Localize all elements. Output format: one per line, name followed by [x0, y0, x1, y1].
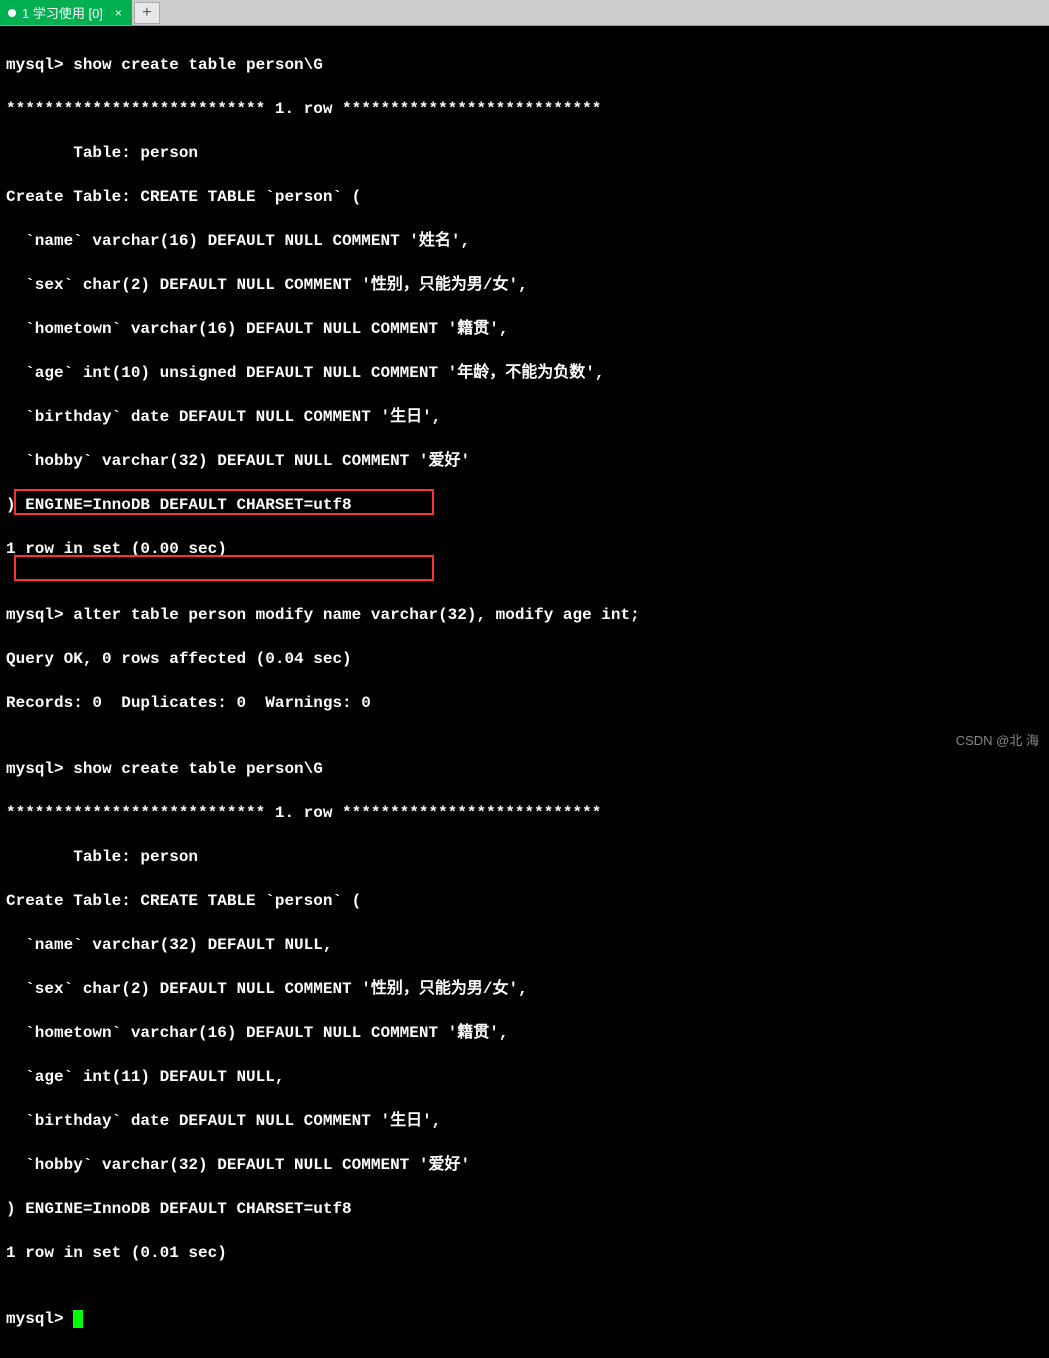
terminal-line: `age` int(11) DEFAULT NULL,	[6, 1066, 1043, 1088]
terminal-line: `hobby` varchar(32) DEFAULT NULL COMMENT…	[6, 450, 1043, 472]
terminal-line: Create Table: CREATE TABLE `person` (	[6, 186, 1043, 208]
terminal-line: `sex` char(2) DEFAULT NULL COMMENT '性别，只…	[6, 274, 1043, 296]
terminal-line: `age` int(10) unsigned DEFAULT NULL COMM…	[6, 362, 1043, 384]
terminal-line: mysql> alter table person modify name va…	[6, 604, 1043, 626]
tab-status-dot	[8, 9, 16, 17]
terminal-line: Table: person	[6, 142, 1043, 164]
plus-icon: +	[142, 4, 151, 22]
terminal-line: `sex` char(2) DEFAULT NULL COMMENT '性别，只…	[6, 978, 1043, 1000]
terminal-line: `birthday` date DEFAULT NULL COMMENT '生日…	[6, 406, 1043, 428]
terminal-line: *************************** 1. row *****…	[6, 802, 1043, 824]
terminal-line: Table: person	[6, 846, 1043, 868]
prompt-text: mysql>	[6, 1310, 73, 1328]
terminal-line: 1 row in set (0.01 sec)	[6, 1242, 1043, 1264]
terminal-line: ) ENGINE=InnoDB DEFAULT CHARSET=utf8	[6, 494, 1043, 516]
close-icon[interactable]: ×	[115, 6, 122, 20]
watermark-text: CSDN @北 海	[956, 730, 1039, 749]
terminal-line: `hometown` varchar(16) DEFAULT NULL COMM…	[6, 318, 1043, 340]
terminal-line: Create Table: CREATE TABLE `person` (	[6, 890, 1043, 912]
terminal-line: ) ENGINE=InnoDB DEFAULT CHARSET=utf8	[6, 1198, 1043, 1220]
terminal-line: `name` varchar(16) DEFAULT NULL COMMENT …	[6, 230, 1043, 252]
terminal-prompt-line: mysql>	[6, 1308, 1043, 1330]
add-tab-button[interactable]: +	[134, 2, 160, 24]
terminal-line: `birthday` date DEFAULT NULL COMMENT '生日…	[6, 1110, 1043, 1132]
terminal-line: 1 row in set (0.00 sec)	[6, 538, 1043, 560]
terminal-line: `name` varchar(32) DEFAULT NULL,	[6, 934, 1043, 956]
terminal-output[interactable]: mysql> show create table person\G ******…	[0, 26, 1049, 1358]
terminal-line: `hobby` varchar(32) DEFAULT NULL COMMENT…	[6, 1154, 1043, 1176]
terminal-line: `hometown` varchar(16) DEFAULT NULL COMM…	[6, 1022, 1043, 1044]
terminal-line: *************************** 1. row *****…	[6, 98, 1043, 120]
tab-active[interactable]: 1 学习使用 [0] ×	[0, 0, 132, 25]
terminal-line: Records: 0 Duplicates: 0 Warnings: 0	[6, 692, 1043, 714]
cursor-block	[73, 1310, 83, 1328]
terminal-line: Query OK, 0 rows affected (0.04 sec)	[6, 648, 1043, 670]
tab-bar: 1 学习使用 [0] × +	[0, 0, 1049, 26]
terminal-line: mysql> show create table person\G	[6, 758, 1043, 780]
tab-label: 1 学习使用 [0]	[22, 3, 103, 22]
terminal-line: mysql> show create table person\G	[6, 54, 1043, 76]
